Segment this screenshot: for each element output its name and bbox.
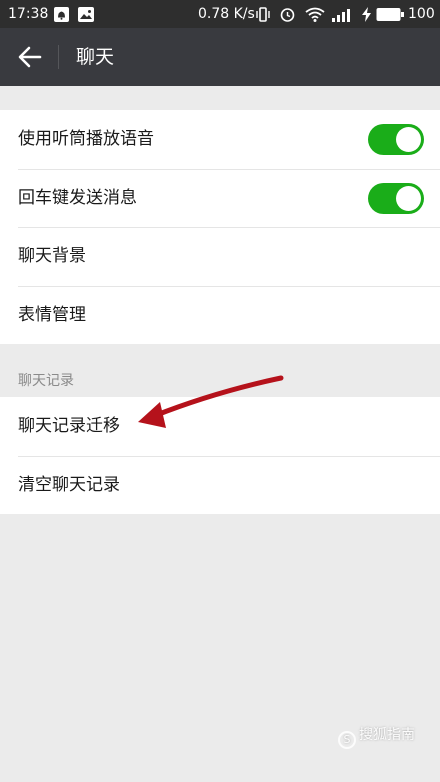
section-header-chat-history: 聊天记录	[18, 373, 74, 389]
setting-label: 使用听筒播放语音	[18, 129, 154, 149]
title-bar: 聊天	[0, 28, 440, 86]
setting-row-sticker-management[interactable]: 表情管理	[0, 285, 440, 345]
title-divider	[58, 45, 59, 69]
toggle-knob	[396, 185, 421, 211]
status-time: 17:38	[8, 6, 49, 22]
image-notification-icon	[78, 7, 94, 22]
setting-label: 聊天背景	[18, 246, 86, 266]
setting-row-earpiece-voice[interactable]: 使用听筒播放语音	[0, 110, 440, 169]
wifi-icon	[305, 7, 325, 22]
setting-row-clear-chat-history[interactable]: 清空聊天记录	[0, 455, 440, 515]
notification-bell-icon	[54, 7, 69, 22]
setting-label: 聊天记录迁移	[18, 416, 120, 436]
watermark-logo-icon: S	[338, 731, 356, 749]
charging-icon	[362, 7, 371, 22]
setting-row-enter-to-send[interactable]: 回车键发送消息	[0, 168, 440, 228]
signal-strength-icon	[332, 9, 350, 22]
status-bar: 17:38 0.78 K/s 100	[0, 0, 440, 28]
vibrate-icon	[256, 7, 270, 22]
earpiece-voice-toggle[interactable]	[368, 124, 424, 155]
watermark-text: 搜狐指南	[359, 727, 415, 743]
chat-settings-group: 使用听筒播放语音 回车键发送消息 聊天背景 表情管理	[0, 110, 440, 344]
page-title: 聊天	[76, 46, 115, 68]
watermark: S 搜狐指南	[338, 724, 415, 749]
battery-icon	[376, 8, 404, 21]
setting-label: 回车键发送消息	[18, 187, 137, 208]
setting-row-chat-background[interactable]: 聊天背景	[0, 227, 440, 286]
chat-history-group: 聊天记录迁移 清空聊天记录	[0, 397, 440, 514]
back-arrow-icon[interactable]	[16, 43, 44, 71]
setting-label: 表情管理	[18, 304, 86, 325]
setting-label: 清空聊天记录	[18, 474, 120, 495]
network-speed: 0.78 K/s	[198, 6, 255, 22]
alarm-clock-icon	[280, 8, 295, 22]
setting-row-chat-history-migration[interactable]: 聊天记录迁移	[0, 397, 440, 456]
battery-level: 100	[408, 6, 435, 22]
enter-to-send-toggle[interactable]	[368, 182, 424, 214]
toggle-knob	[396, 127, 421, 152]
